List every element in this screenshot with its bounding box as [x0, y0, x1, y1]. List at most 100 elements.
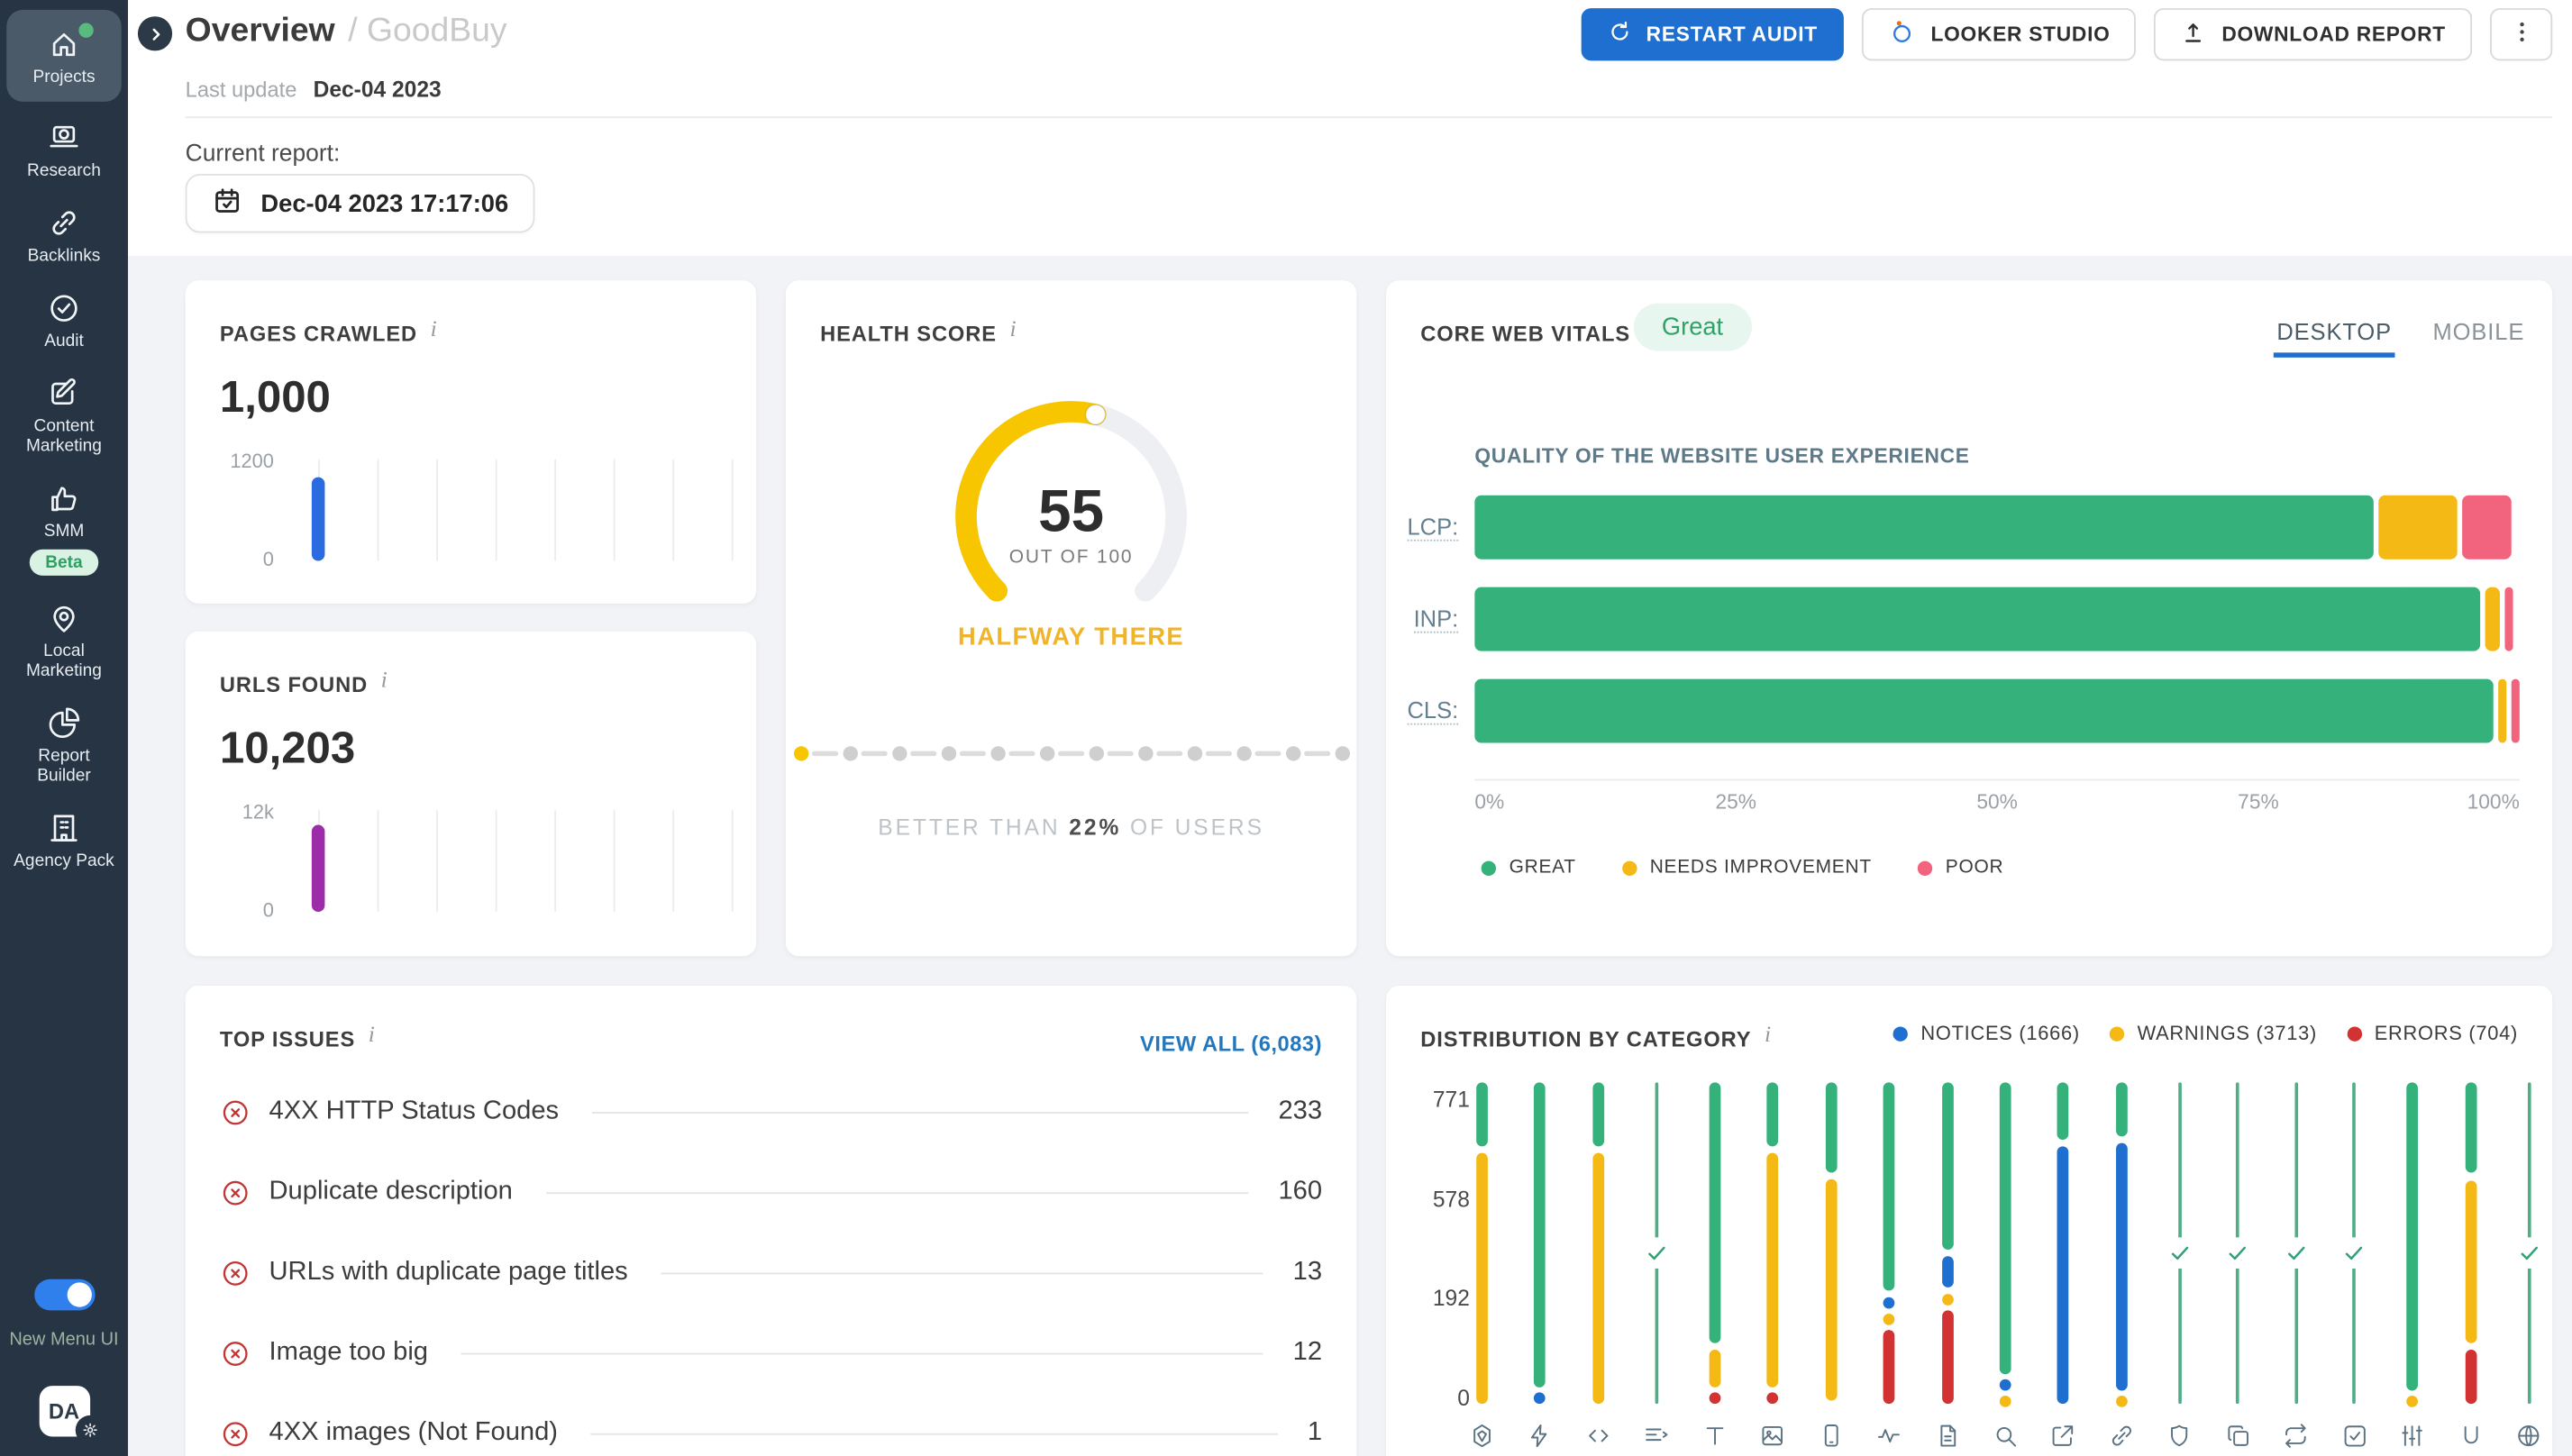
- sidebar-item-label: Projects: [10, 68, 118, 87]
- category-icon-pulse[interactable]: [1875, 1422, 1903, 1450]
- category-icon-repeat[interactable]: [2282, 1422, 2310, 1450]
- distribution-column-checkbox[interactable]: [2349, 1082, 2360, 1404]
- distribution-column-lightning[interactable]: [1535, 1082, 1546, 1404]
- category-icon-cube[interactable]: [1468, 1422, 1496, 1450]
- sidebar-item-agency-pack[interactable]: Agency Pack: [6, 798, 121, 880]
- metric-label[interactable]: LCP:: [1408, 514, 1459, 541]
- distribution-column-pulse[interactable]: [1883, 1082, 1895, 1404]
- segment-g: [1476, 1082, 1488, 1146]
- download-report-button[interactable]: DOWNLOAD REPORT: [2155, 8, 2472, 60]
- category-icon-letter-u[interactable]: [2457, 1422, 2485, 1450]
- sidebar-item-content-marketing[interactable]: Content Marketing: [6, 364, 121, 466]
- sidebar-item-smm[interactable]: SMMBeta: [6, 469, 121, 586]
- data-bar: [312, 478, 325, 561]
- looker-studio-button[interactable]: LOOKER STUDIO: [1862, 8, 2137, 60]
- sidebar-item-research[interactable]: Research: [6, 108, 121, 190]
- category-icon-copy[interactable]: [2224, 1422, 2252, 1450]
- segment-y: [2406, 1396, 2418, 1407]
- card-title: DISTRIBUTION BY CATEGORY: [1420, 1026, 1751, 1051]
- kebab-menu-icon: [2507, 18, 2535, 50]
- info-icon[interactable]: i: [1765, 1024, 1771, 1048]
- distribution-column-code[interactable]: [1592, 1082, 1604, 1404]
- info-icon[interactable]: i: [381, 669, 388, 694]
- health-score-card: HEALTH SCOREi 55 OUT OF 100 HALFWAY THER…: [786, 280, 1356, 956]
- category-icon-globe[interactable]: [2514, 1422, 2542, 1450]
- distribution-column-external-link[interactable]: [2057, 1082, 2069, 1404]
- category-icon-code[interactable]: [1584, 1422, 1612, 1450]
- legend-dot: [2110, 1026, 2124, 1041]
- distribution-column-shield[interactable]: [2174, 1082, 2185, 1404]
- distribution-column-repeat[interactable]: [2290, 1082, 2302, 1404]
- distribution-column-document[interactable]: [1941, 1082, 1953, 1404]
- sidebar-item-report-builder[interactable]: Report Builder: [6, 694, 121, 796]
- category-icon-image[interactable]: [1759, 1422, 1787, 1450]
- tab-mobile[interactable]: MOBILE: [2433, 318, 2525, 358]
- distribution-column-sliders[interactable]: [2406, 1082, 2418, 1404]
- segment-y: [1767, 1153, 1779, 1388]
- metric-label[interactable]: CLS:: [1408, 697, 1459, 725]
- distribution-column-image[interactable]: [1767, 1082, 1779, 1404]
- issue-label: Image too big: [269, 1338, 428, 1368]
- report-date-picker[interactable]: Dec-04 2023 17:17:06: [186, 174, 535, 233]
- gridline: [732, 810, 734, 912]
- metric-track: [1474, 679, 2519, 743]
- pages-crawled-value: 1,000: [220, 372, 331, 423]
- category-icon-document[interactable]: [1933, 1422, 1961, 1450]
- more-options-button[interactable]: [2490, 8, 2552, 60]
- category-icon-sliders[interactable]: [2398, 1422, 2426, 1450]
- sidebar-item-projects[interactable]: Projects: [6, 10, 121, 102]
- distribution-column-mobile[interactable]: [1825, 1082, 1837, 1404]
- category-icon-lightning[interactable]: [1527, 1422, 1555, 1450]
- distribution-column-globe[interactable]: [2522, 1082, 2534, 1404]
- project-name: GoodBuy: [367, 12, 507, 50]
- axis-label: 100%: [2467, 790, 2520, 813]
- issue-row[interactable]: Image too big12: [220, 1335, 1322, 1371]
- health-score-progress-dots: [825, 746, 1318, 760]
- category-icon-text-flow[interactable]: [1643, 1422, 1671, 1450]
- issue-row[interactable]: 4XX images (Not Found)1: [220, 1415, 1322, 1451]
- info-icon[interactable]: i: [1010, 318, 1017, 342]
- distribution-column-title[interactable]: [1709, 1082, 1720, 1404]
- sidebar-item-audit[interactable]: Audit: [6, 278, 121, 360]
- sidebar-item-local-marketing[interactable]: Local Marketing: [6, 588, 121, 690]
- repeat-icon: [2282, 1422, 2310, 1450]
- info-icon[interactable]: i: [431, 318, 437, 342]
- settings-gear-button[interactable]: [75, 1415, 105, 1445]
- gridline: [378, 460, 379, 561]
- gridline: [378, 810, 379, 912]
- sidebar-expand-button[interactable]: [138, 16, 172, 50]
- category-icon-title[interactable]: [1701, 1422, 1728, 1450]
- view-all-link[interactable]: VIEW ALL (6,083): [1140, 1032, 1322, 1056]
- distribution-column-search[interactable]: [2000, 1082, 2011, 1404]
- legend-item: GREAT: [1482, 858, 1576, 878]
- distribution-column-copy[interactable]: [2232, 1082, 2244, 1404]
- sidebar-item-backlinks[interactable]: Backlinks: [6, 194, 121, 276]
- metric-label[interactable]: INP:: [1414, 605, 1459, 633]
- issue-row[interactable]: 4XX HTTP Status Codes233: [220, 1094, 1322, 1130]
- info-icon[interactable]: i: [369, 1024, 375, 1048]
- status-badge: Great: [1634, 304, 1751, 351]
- issue-x-icon: [220, 1418, 251, 1450]
- distribution-column-link[interactable]: [2116, 1082, 2128, 1404]
- distribution-column-text-flow[interactable]: [1651, 1082, 1663, 1404]
- urls-found-value: 10,203: [220, 723, 355, 774]
- audit-icon: [46, 290, 82, 326]
- distribution-column-cube[interactable]: [1476, 1082, 1488, 1404]
- category-icon-search[interactable]: [1992, 1422, 2020, 1450]
- check-icon: [2516, 1241, 2540, 1265]
- category-icon-mobile[interactable]: [1817, 1422, 1845, 1450]
- gear-icon: [79, 1420, 99, 1440]
- category-icon-external-link[interactable]: [2049, 1422, 2077, 1450]
- legend-dot: [1918, 860, 1932, 875]
- category-icon-checkbox[interactable]: [2340, 1422, 2368, 1450]
- category-icon-link[interactable]: [2108, 1422, 2136, 1450]
- issue-row[interactable]: URLs with duplicate page titles13: [220, 1254, 1322, 1290]
- sidebar-item-label: Audit: [10, 332, 118, 351]
- tab-desktop[interactable]: DESKTOP: [2276, 318, 2392, 358]
- category-icon-shield[interactable]: [2166, 1422, 2193, 1450]
- issue-row[interactable]: Duplicate description160: [220, 1174, 1322, 1210]
- new-menu-toggle[interactable]: [33, 1279, 94, 1311]
- distribution-column-letter-u[interactable]: [2465, 1082, 2476, 1404]
- leader-line: [591, 1111, 1248, 1113]
- restart-audit-button[interactable]: RESTART AUDIT: [1581, 8, 1844, 60]
